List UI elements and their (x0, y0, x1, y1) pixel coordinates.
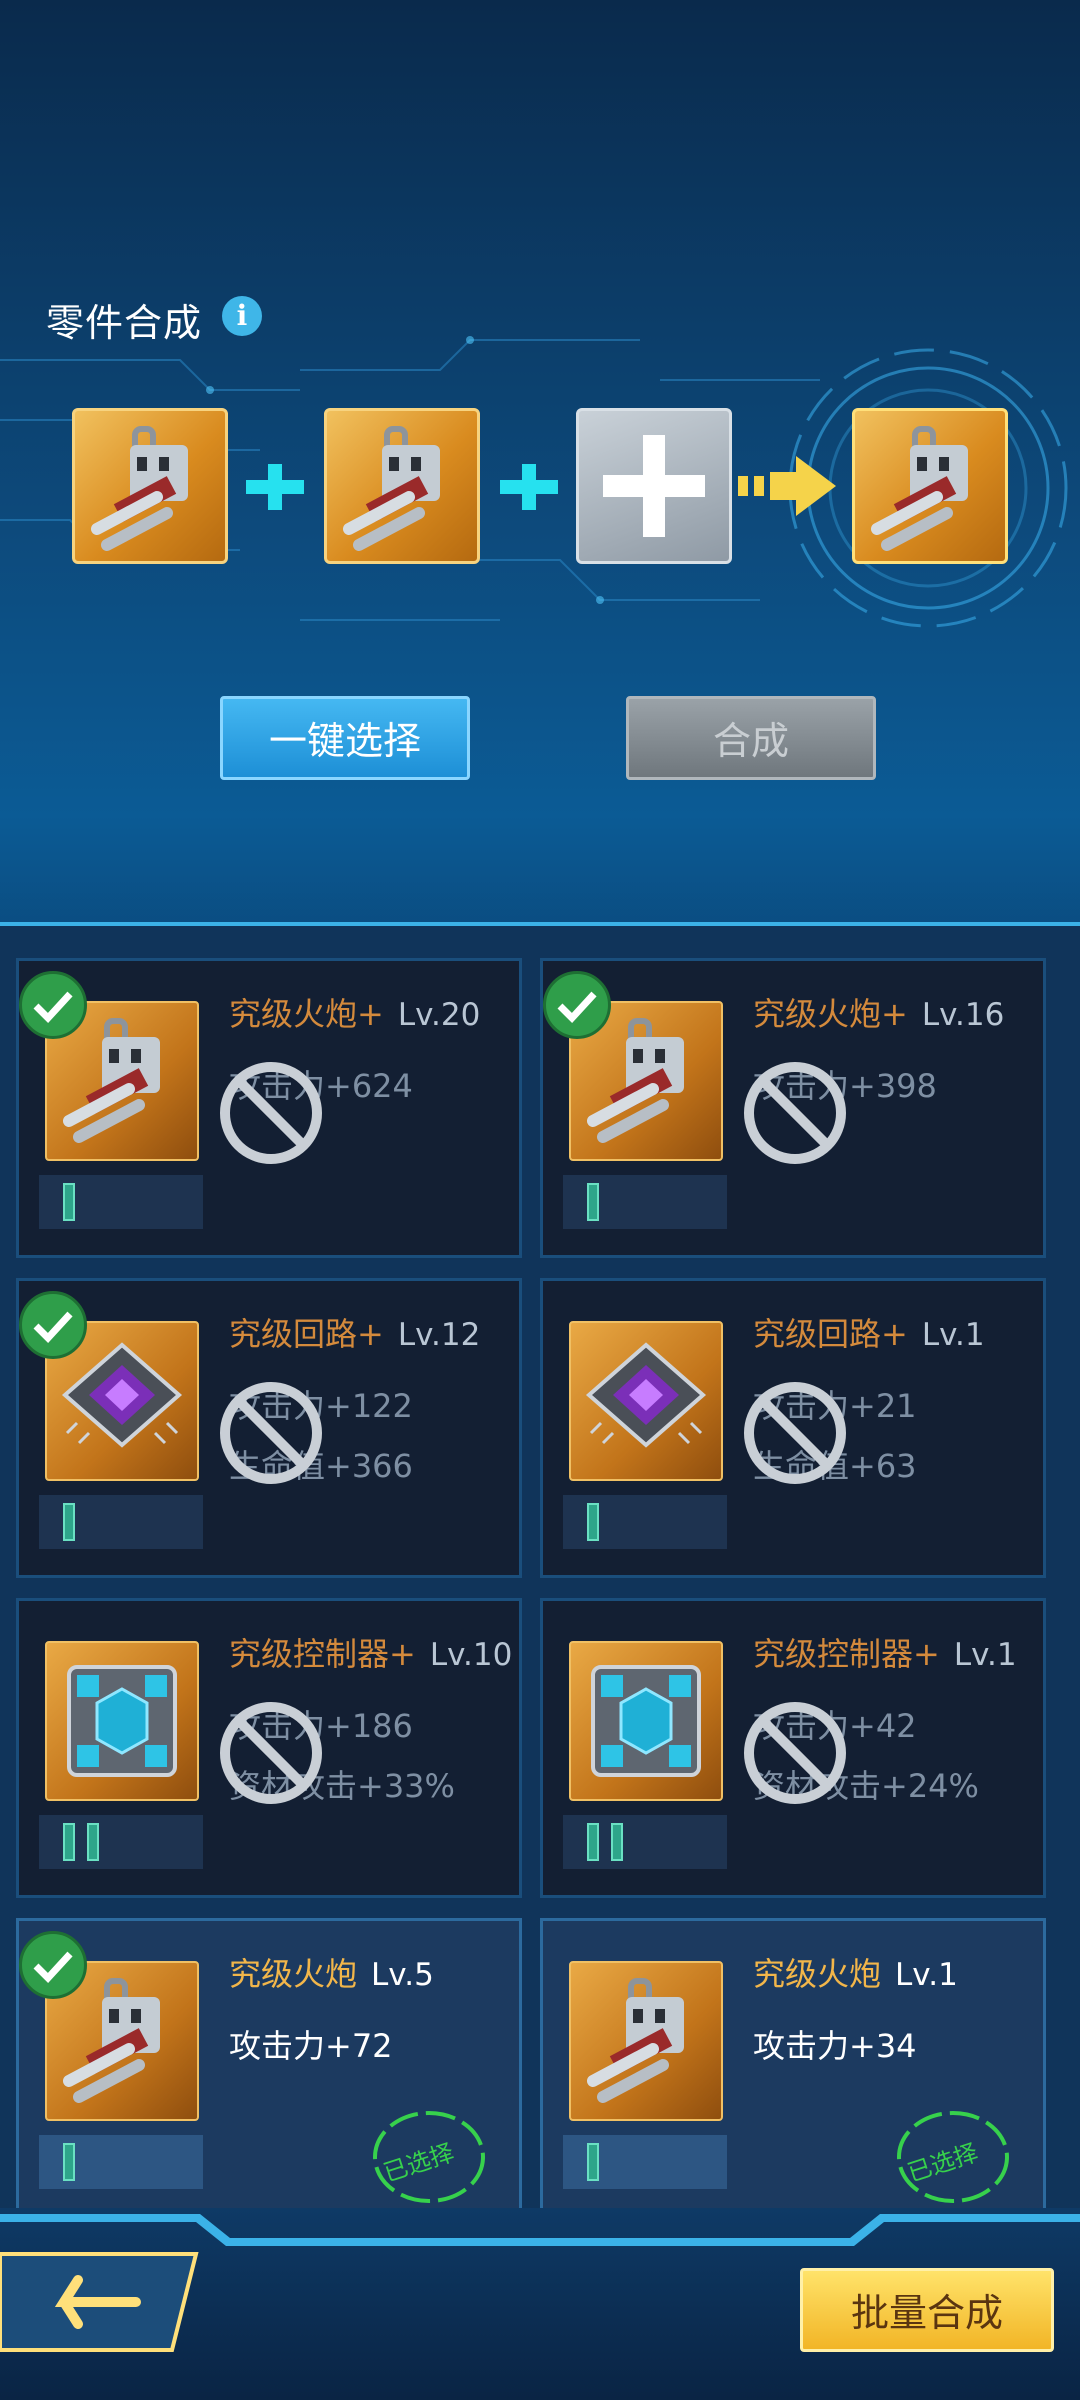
part-name: 究级控制器+ (753, 1635, 940, 1673)
pip (587, 1823, 599, 1861)
pip (611, 1823, 623, 1861)
unavailable-icon (220, 1062, 322, 1164)
part-stat: 攻击力+34 (753, 2027, 917, 2065)
controller-icon (67, 1665, 177, 1777)
part-level: Lv.20 (397, 997, 481, 1033)
pip (63, 2143, 75, 2181)
part-level: Lv.16 (921, 997, 1005, 1033)
result-slot[interactable] (852, 408, 1008, 564)
unavailable-icon (220, 1702, 322, 1804)
plus-icon (246, 464, 304, 510)
part-name: 究级回路+ (229, 1315, 384, 1353)
part-level: Lv.1 (921, 1317, 985, 1353)
part-level: Lv.5 (371, 1957, 434, 1993)
slot-bar (39, 1175, 203, 1229)
material-slot-3-empty[interactable] (576, 408, 732, 564)
batch-synthesize-button[interactable]: 批量合成 (800, 2268, 1054, 2352)
unavailable-icon (744, 1062, 846, 1164)
check-icon (543, 971, 611, 1039)
pip (63, 1183, 75, 1221)
cannon-icon (342, 426, 440, 551)
part-level: Lv.12 (397, 1317, 481, 1353)
plus-icon (500, 464, 558, 510)
auto-select-button[interactable]: 一键选择 (220, 696, 470, 780)
cannon-icon (586, 1978, 684, 2103)
add-icon (603, 435, 705, 537)
cannon-icon (90, 426, 188, 551)
inventory-panel: 究级火炮+Lv.20 攻击力+624 究级火炮+Lv.16 攻击力+398 (0, 922, 1080, 2226)
circuit-chip-icon (585, 1342, 707, 1448)
part-card[interactable]: 究级控制器+ Lv.1 攻击力+42 资材攻击+24% (540, 1598, 1046, 1898)
part-thumb (569, 1641, 723, 1801)
synthesize-button[interactable]: 合成 (626, 696, 876, 780)
part-name: 究级回路+ (753, 1315, 908, 1353)
slot-bar (563, 1815, 727, 1869)
slot-bar (563, 1495, 727, 1549)
unavailable-icon (744, 1702, 846, 1804)
material-slot-1[interactable] (72, 408, 228, 564)
pip (587, 1183, 599, 1221)
slot-bar (39, 2135, 203, 2189)
slot-bar (563, 2135, 727, 2189)
info-icon[interactable]: i (222, 296, 262, 336)
material-slot-2[interactable] (324, 408, 480, 564)
pip (63, 1823, 75, 1861)
part-level: Lv.10 (429, 1637, 513, 1673)
check-icon (19, 971, 87, 1039)
pip (63, 1503, 75, 1541)
part-card[interactable]: 究级回路+ Lv.1 攻击力+21 生命值+63 (540, 1278, 1046, 1578)
back-button[interactable] (0, 2250, 210, 2354)
part-card[interactable]: 究级火炮 Lv.1 攻击力+34 已选择 (540, 1918, 1046, 2218)
part-card[interactable]: 究级回路+ Lv.12 攻击力+122 生命值+366 (16, 1278, 522, 1578)
slot-bar (39, 1495, 203, 1549)
unavailable-icon (220, 1382, 322, 1484)
check-icon (19, 1931, 87, 1999)
part-level: Lv.1 (953, 1637, 1017, 1673)
part-name: 究级控制器+ (229, 1635, 416, 1673)
part-name: 究级火炮 (229, 1955, 358, 1993)
part-thumb (45, 1641, 199, 1801)
part-card[interactable]: 究级控制器+ Lv.10 攻击力+186 资材攻击+33% (16, 1598, 522, 1898)
arrow-right-icon (738, 456, 836, 516)
cannon-icon (870, 426, 968, 551)
controller-icon (591, 1665, 701, 1777)
bottom-bar-border (0, 2214, 1080, 2246)
page-title: 零件合成 (46, 301, 203, 345)
part-name: 究级火炮+ (753, 995, 908, 1033)
part-card[interactable]: 究级火炮+ Lv.16 攻击力+398 (540, 958, 1046, 1258)
part-card[interactable]: 究级火炮 Lv.5 攻击力+72 已选择 (16, 1918, 522, 2218)
part-level: Lv.1 (895, 1957, 958, 1993)
unavailable-icon (744, 1382, 846, 1484)
part-thumb (569, 1961, 723, 2121)
part-name: 究级火炮+ (229, 995, 384, 1033)
check-icon (19, 1291, 87, 1359)
part-stat: 攻击力+72 (229, 2027, 393, 2065)
pip (587, 1503, 599, 1541)
pip (87, 1823, 99, 1861)
part-card[interactable]: 究级火炮+ Lv.20 攻击力+624 (16, 958, 522, 1258)
part-thumb (569, 1321, 723, 1481)
slot-bar (563, 1175, 727, 1229)
pip (587, 2143, 599, 2181)
slot-bar (39, 1815, 203, 1869)
part-name: 究级火炮 (753, 1955, 882, 1993)
